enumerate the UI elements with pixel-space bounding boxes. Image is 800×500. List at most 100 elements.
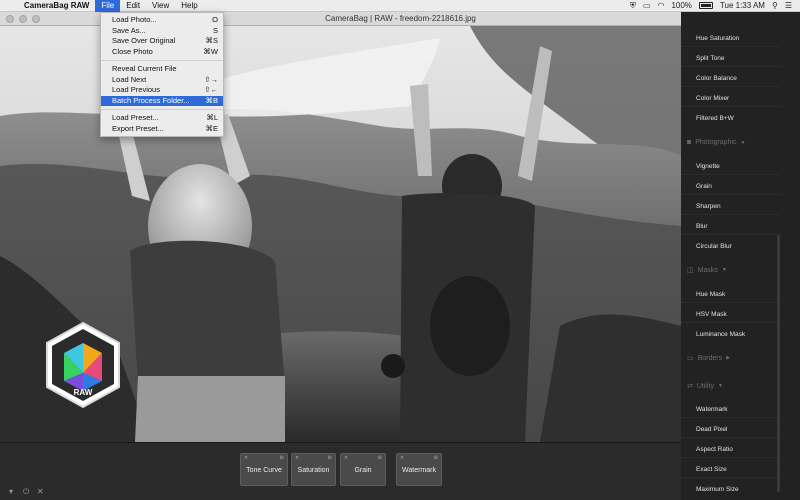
tile-remove-icon[interactable]: ✕: [400, 442, 404, 475]
sidebar-item-watermark[interactable]: Watermark: [681, 406, 781, 418]
menu-edit[interactable]: Edit: [120, 0, 146, 12]
menu-separator: [101, 60, 223, 61]
sidebar-item-filtered-bw[interactable]: Filtered B+W: [696, 115, 734, 122]
sidebar-item-label: Hue Saturation: [696, 35, 740, 42]
menu-item-label: Export Preset...: [112, 123, 164, 133]
sidebar-item-label: Hue Mask: [696, 291, 726, 298]
menu-item-reveal-current-file[interactable]: Reveal Current File: [101, 64, 223, 75]
menu-item-label: Load Next: [112, 74, 147, 84]
sidebar-item-label: HSV Mask: [696, 311, 727, 318]
borders-icon: ▭: [687, 355, 694, 362]
menu-item-close-photo[interactable]: Close Photo ⌘W: [101, 47, 223, 58]
menu-item-load-next[interactable]: Load Next ⇧→: [101, 75, 223, 86]
adjustment-dock: ✕ ⚙ Tone Curve ✕ ⚙ Saturation ✕ ⚙ Grain …: [0, 442, 681, 500]
file-menu-dropdown: Load Photo... O Save As... S Save Over Ori…: [100, 12, 224, 137]
collapse-dock-icon[interactable]: ▾: [9, 487, 13, 496]
dock-tile-saturation[interactable]: ✕ ⚙ Saturation: [291, 453, 336, 486]
menu-item-load-photo[interactable]: Load Photo... O: [101, 15, 223, 26]
menu-item-load-previous[interactable]: Load Previous ⇧←: [101, 85, 223, 96]
chevron-down-icon: ▼: [740, 139, 746, 146]
tile-label: Tone Curve: [246, 467, 282, 474]
sidebar-item-label: Grain: [696, 183, 712, 190]
menu-item-label: Batch Process Folder...: [112, 95, 190, 105]
menu-item-shortcut: ⌘S: [205, 36, 218, 45]
camera-icon: ◙: [687, 139, 692, 146]
sidebar-item-label: Dead Pixel: [696, 426, 728, 433]
wifi-icon[interactable]: ◠: [657, 1, 664, 10]
battery-icon[interactable]: [698, 2, 713, 9]
sidebar-item-grain[interactable]: Grain: [681, 183, 781, 195]
sidebar-item-aspect-ratio[interactable]: Aspect Ratio: [681, 446, 781, 458]
menu-item-save-over-original[interactable]: Save Over Original ⌘S: [101, 36, 223, 47]
menu-help[interactable]: Help: [175, 0, 203, 12]
sidebar-item-vignette[interactable]: Vignette: [681, 163, 781, 175]
sidebar-item-color-mixer[interactable]: Color Mixer: [681, 95, 781, 107]
tile-remove-icon[interactable]: ✕: [344, 442, 348, 475]
clear-icon[interactable]: ✕: [37, 487, 44, 496]
menu-item-load-preset[interactable]: Load Preset... ⌘L: [101, 113, 223, 124]
section-label: Borders: [697, 354, 723, 362]
menu-view[interactable]: View: [146, 0, 175, 12]
menu-item-batch-process-folder[interactable]: Batch Process Folder... ⌘B: [101, 95, 223, 106]
menu-item-shortcut: ⌘B: [205, 95, 218, 105]
sidebar-item-label: Blur: [696, 223, 708, 230]
sidebar-item-sharpen[interactable]: Sharpen: [681, 203, 781, 215]
dock-tile-grain[interactable]: ✕ ⚙ Grain: [340, 453, 386, 486]
tile-options-icon[interactable]: ⚙: [378, 442, 382, 475]
menu-item-save-as[interactable]: Save As... S: [101, 26, 223, 37]
sidebar-item-hue-mask[interactable]: Hue Mask: [681, 291, 781, 303]
sidebar-item-label: Color Mixer: [696, 95, 730, 102]
sidebar-item-split-tone[interactable]: Split Tone: [681, 55, 781, 67]
menu-separator: [101, 109, 223, 110]
sidebar-scrollbar[interactable]: [777, 235, 780, 492]
tile-label: Watermark: [402, 467, 436, 474]
power-icon[interactable]: ⏻: [23, 487, 29, 497]
tile-remove-icon[interactable]: ✕: [244, 442, 248, 475]
menu-file[interactable]: File: [95, 0, 121, 12]
cast-tray-icon[interactable]: ▭: [643, 1, 651, 10]
dock-tile-watermark[interactable]: ✕ ⚙ Watermark: [396, 453, 442, 486]
menu-item-label: Close Photo: [112, 46, 153, 56]
notification-center-icon[interactable]: ☰: [785, 1, 792, 10]
menu-item-export-preset[interactable]: Export Preset... ⌘E: [101, 124, 223, 135]
tile-remove-icon[interactable]: ✕: [295, 442, 299, 475]
section-label: Masks: [697, 266, 718, 274]
logo-text: RAW: [74, 388, 93, 397]
section-photographic[interactable]: ◙ Photographic ▼: [687, 139, 745, 146]
sidebar-item-dead-pixel[interactable]: Dead Pixel: [681, 426, 781, 438]
sidebar-item-hsv-mask[interactable]: HSV Mask: [681, 311, 781, 323]
adjustments-sidebar: Hue Saturation Split Tone Color Balance …: [681, 12, 800, 500]
clock[interactable]: Tue 1:33 AM: [720, 1, 765, 10]
menu-item-label: Load Previous: [112, 85, 160, 94]
camerabag-raw-logo: RAW: [46, 321, 120, 409]
menu-item-label: Save As...: [112, 25, 146, 35]
sidebar-item-hue-saturation[interactable]: Hue Saturation: [681, 35, 781, 47]
sidebar-item-label: Vignette: [696, 163, 720, 170]
tile-label: Grain: [354, 467, 372, 474]
tile-options-icon[interactable]: ⚙: [280, 442, 284, 475]
sidebar-item-color-balance[interactable]: Color Balance: [681, 75, 781, 87]
tile-options-icon[interactable]: ⚙: [328, 442, 332, 475]
menu-item-label: Load Preset...: [112, 113, 159, 122]
sidebar-item-luminance-mask[interactable]: Luminance Mask: [696, 331, 745, 338]
sidebar-item-label: Circular Blur: [696, 243, 732, 250]
sidebar-item-circular-blur[interactable]: Circular Blur: [696, 243, 732, 250]
dock-tile-tone-curve[interactable]: ✕ ⚙ Tone Curve: [240, 453, 288, 486]
sidebar-item-label: Aspect Ratio: [696, 446, 733, 453]
tile-options-icon[interactable]: ⚙: [434, 442, 438, 475]
sidebar-item-label: Color Balance: [696, 75, 737, 82]
spotlight-search-icon[interactable]: ⚲: [772, 1, 778, 10]
sidebar-item-blur[interactable]: Blur: [681, 223, 781, 235]
app-menu[interactable]: CameraBag RAW: [22, 1, 95, 10]
shield-tray-icon[interactable]: ⛨: [630, 1, 636, 11]
section-borders[interactable]: ▭ Borders ▶: [687, 354, 730, 363]
section-masks[interactable]: ◫ Masks ▼: [687, 266, 727, 275]
section-label: Photographic: [695, 139, 737, 146]
sidebar-item-exact-size[interactable]: Exact Size: [681, 466, 781, 478]
sidebar-item-label: Watermark: [696, 406, 728, 413]
tile-label: Saturation: [297, 467, 330, 474]
section-utility[interactable]: ⇄ Utility ▼: [687, 382, 723, 391]
menu-item-shortcut: ⇧→: [204, 74, 218, 84]
battery-percent: 100%: [671, 1, 692, 10]
sidebar-item-maximum-size[interactable]: Maximum Size: [696, 486, 739, 493]
